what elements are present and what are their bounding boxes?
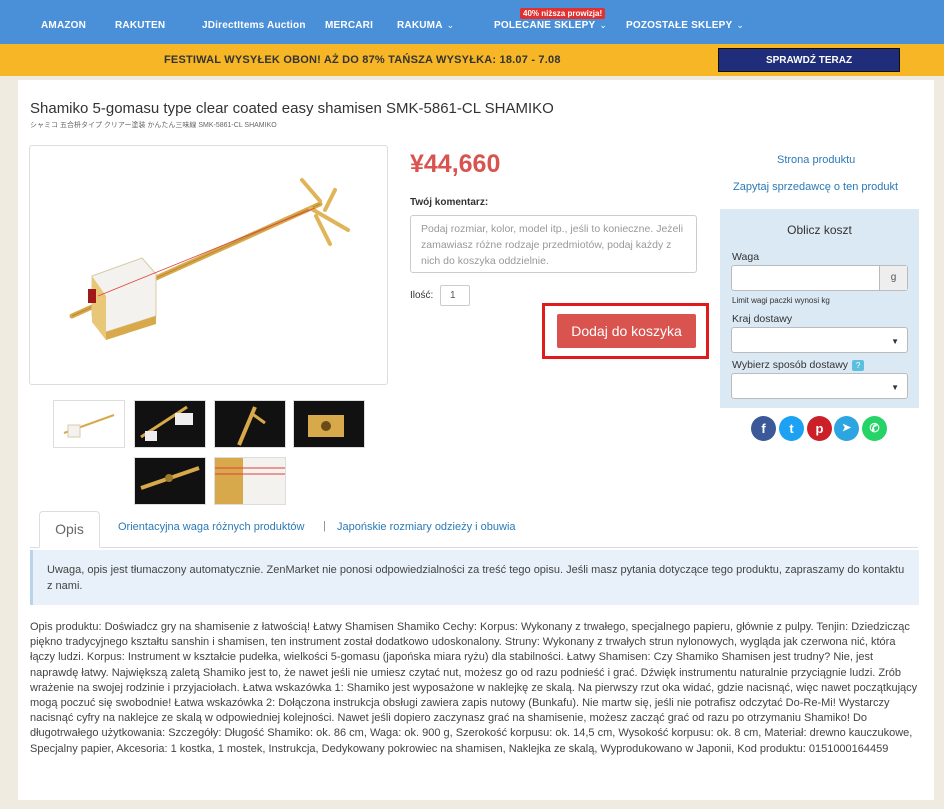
country-label: Kraj dostawy: [732, 313, 793, 325]
dropdown-caret-icon: ▼: [891, 383, 899, 392]
tabs-divider: [30, 547, 918, 548]
cost-calculator: Oblicz koszt Waga g Limit wagi paczki wy…: [720, 209, 919, 408]
thumbnail-1[interactable]: [53, 400, 125, 448]
discount-badge: 40% niższa prowizja!: [520, 8, 606, 19]
product-price: ¥44,660: [410, 150, 501, 178]
thumbnail-4[interactable]: [293, 400, 365, 448]
calculator-title: Oblicz koszt: [787, 223, 852, 237]
weight-hint: Limit wagi paczki wynosi kg: [732, 296, 830, 305]
top-navigation: AMAZON RAKUTEN JDirectItems Auction MERC…: [0, 0, 944, 44]
tab-sizes[interactable]: Japońskie rozmiary odzieży i obuwia: [337, 521, 516, 533]
translation-notice: Uwaga, opis jest tłumaczony automatyczni…: [30, 550, 919, 605]
weight-unit: g: [879, 266, 907, 290]
tab-description[interactable]: Opis: [39, 511, 100, 548]
thumbnail-2[interactable]: [134, 400, 206, 448]
facebook-icon[interactable]: f: [751, 416, 776, 441]
quantity-label: Ilość:: [410, 290, 434, 301]
product-description: Opis produktu: Doświadcz gry na shamisen…: [30, 621, 918, 755]
comment-label: Twój komentarz:: [410, 197, 489, 208]
nav-item-rakuten[interactable]: RAKUTEN: [115, 20, 165, 31]
product-title: Shamiko 5-gomasu type clear coated easy …: [30, 100, 554, 117]
thumbnail-image: [308, 415, 344, 437]
thumbnail-3[interactable]: [214, 400, 286, 448]
chevron-down-icon: ⌄: [446, 20, 455, 30]
product-page-link[interactable]: Strona produktu: [777, 154, 855, 166]
shipping-method-select[interactable]: ▼: [731, 373, 908, 399]
weight-input[interactable]: g: [731, 265, 908, 291]
ask-seller-link[interactable]: Zapytaj sprzedawcę o ten produkt: [733, 181, 898, 193]
help-icon[interactable]: ?: [852, 359, 865, 371]
nav-item-polecane-sklepy[interactable]: POLECANE SKLEPY ⌄: [494, 20, 607, 31]
thumbnail-image: [63, 414, 115, 438]
promo-text: FESTIWAL WYSYŁEK OBON! AŻ DO 87% TAŃSZA …: [164, 54, 561, 66]
chevron-down-icon: ⌄: [599, 20, 608, 30]
product-subtitle: シャミコ 五合枡タイプ クリアー塗装 かんたん三味線 SMK-5861-CL S…: [30, 122, 277, 129]
weight-label: Waga: [732, 251, 760, 263]
promo-check-button[interactable]: SPRAWDŹ TERAZ: [718, 48, 900, 72]
thumbnail-5[interactable]: [134, 457, 206, 505]
shipping-method-label: Wybierz sposób dostawy?: [732, 359, 865, 371]
nav-item-rakuma[interactable]: RAKUMA ⌄: [397, 20, 454, 31]
tab-weights[interactable]: Orientacyjna waga różnych produktów: [118, 521, 304, 533]
chevron-down-icon: ⌄: [736, 20, 745, 30]
promo-banner: FESTIWAL WYSYŁEK OBON! AŻ DO 87% TAŃSZA …: [0, 44, 944, 76]
dropdown-caret-icon: ▼: [891, 337, 899, 346]
nav-item-amazon[interactable]: AMAZON: [41, 20, 86, 31]
twitter-icon[interactable]: t: [779, 416, 804, 441]
thumbnail-6[interactable]: [214, 457, 286, 505]
thumbnail-image: [215, 458, 285, 504]
nav-item-jdirectitems[interactable]: JDirectItems Auction: [202, 20, 306, 31]
country-select[interactable]: ▼: [731, 327, 908, 353]
telegram-icon[interactable]: ➤: [834, 416, 859, 441]
thumbnail-image: [140, 405, 193, 441]
shamisen-image: [69, 178, 350, 340]
pinterest-icon[interactable]: p: [807, 416, 832, 441]
thumbnail-image: [140, 466, 200, 490]
add-to-cart-button[interactable]: Dodaj do koszyka: [557, 314, 696, 348]
nav-item-mercari[interactable]: MERCARI: [325, 20, 373, 31]
nav-item-pozostale-sklepy[interactable]: POZOSTAŁE SKLEPY ⌄: [626, 20, 744, 31]
quantity-input[interactable]: 1: [440, 285, 470, 306]
product-main-image[interactable]: [29, 145, 388, 385]
comment-textarea[interactable]: Podaj rozmiar, kolor, model itp., jeśli …: [410, 215, 697, 273]
tab-separator: |: [323, 520, 326, 532]
thumbnail-image: [237, 406, 266, 446]
whatsapp-icon[interactable]: ✆: [862, 416, 887, 441]
